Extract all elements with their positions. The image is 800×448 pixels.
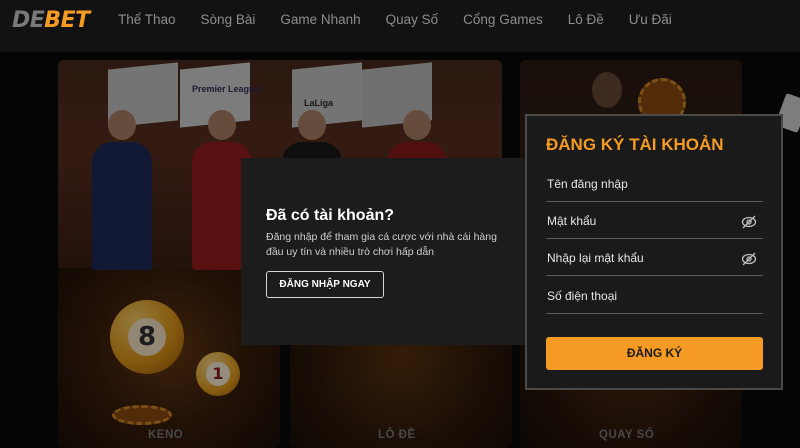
phone-field[interactable]: Số điện thoại <box>546 284 763 314</box>
main-nav: Thể Thao Sòng Bài Game Nhanh Quay Số Cổn… <box>118 12 697 27</box>
top-header: DEBET Thể Thao Sòng Bài Game Nhanh Quay … <box>0 0 800 52</box>
username-placeholder: Tên đăng nhập <box>547 177 628 191</box>
nav-item-quay-so[interactable]: Quay Số <box>386 12 439 27</box>
login-prompt-description: Đăng nhập để tham gia cá cược với nhà cá… <box>266 231 497 258</box>
confirm-password-field[interactable]: Nhập lại mật khẩu <box>546 246 763 276</box>
username-field[interactable]: Tên đăng nhập <box>546 172 763 202</box>
nav-item-lo-de[interactable]: Lô Đề <box>568 12 604 27</box>
confirm-password-placeholder: Nhập lại mật khẩu <box>547 251 644 265</box>
nav-item-uu-dai[interactable]: Ưu Đãi <box>629 12 672 27</box>
password-placeholder: Mật khẩu <box>547 214 597 228</box>
logo-prefix: DE <box>12 8 45 33</box>
login-prompt-title: Đã có tài khoản? <box>266 207 395 224</box>
register-title: ĐĂNG KÝ TÀI KHOẢN <box>546 135 724 154</box>
nav-item-cong-games[interactable]: Cổng Games <box>463 12 543 27</box>
eye-slash-icon[interactable] <box>741 252 757 266</box>
nav-item-song-bai[interactable]: Sòng Bài <box>201 12 256 27</box>
register-button[interactable]: ĐĂNG KÝ <box>546 337 763 370</box>
login-now-button[interactable]: ĐĂNG NHẬP NGAY <box>266 271 384 298</box>
logo[interactable]: DEBET <box>12 8 90 33</box>
phone-placeholder: Số điện thoại <box>547 289 618 303</box>
eye-slash-icon[interactable] <box>741 215 757 229</box>
nav-item-the-thao[interactable]: Thể Thao <box>118 12 176 27</box>
nav-item-game-nhanh[interactable]: Game Nhanh <box>280 12 360 27</box>
page: DEBET Thể Thao Sòng Bài Game Nhanh Quay … <box>0 0 800 448</box>
logo-suffix: BET <box>44 8 90 33</box>
login-prompt-panel: Đã có tài khoản? Đăng nhập để tham gia c… <box>241 158 525 345</box>
password-field[interactable]: Mật khẩu <box>546 209 763 239</box>
register-form: ĐĂNG KÝ TÀI KHOẢN Tên đăng nhập Mật khẩu… <box>525 114 783 390</box>
